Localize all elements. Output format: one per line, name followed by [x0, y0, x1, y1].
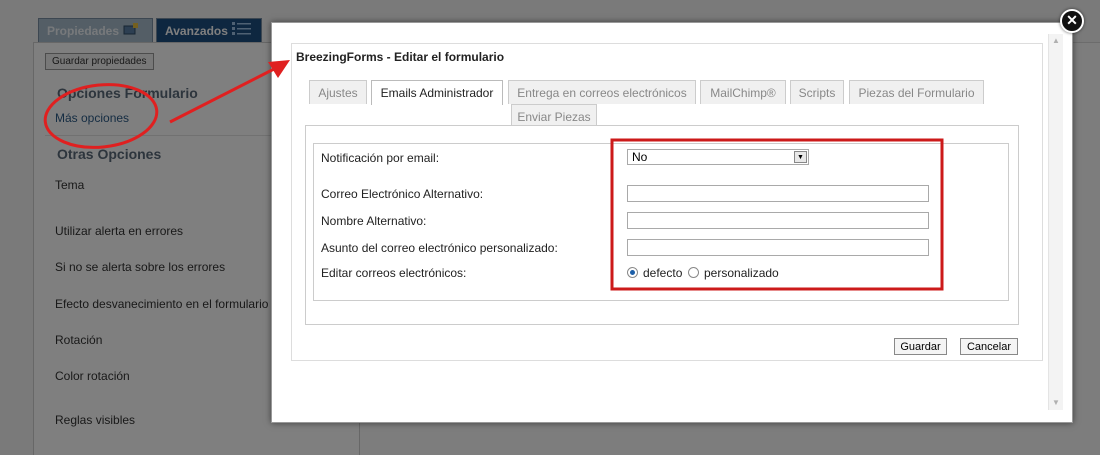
annotation-overlay — [43, 60, 944, 291]
highlight-ellipse — [43, 83, 159, 149]
highlight-rectangle — [610, 138, 944, 291]
annotation-arrow-line — [169, 66, 277, 124]
